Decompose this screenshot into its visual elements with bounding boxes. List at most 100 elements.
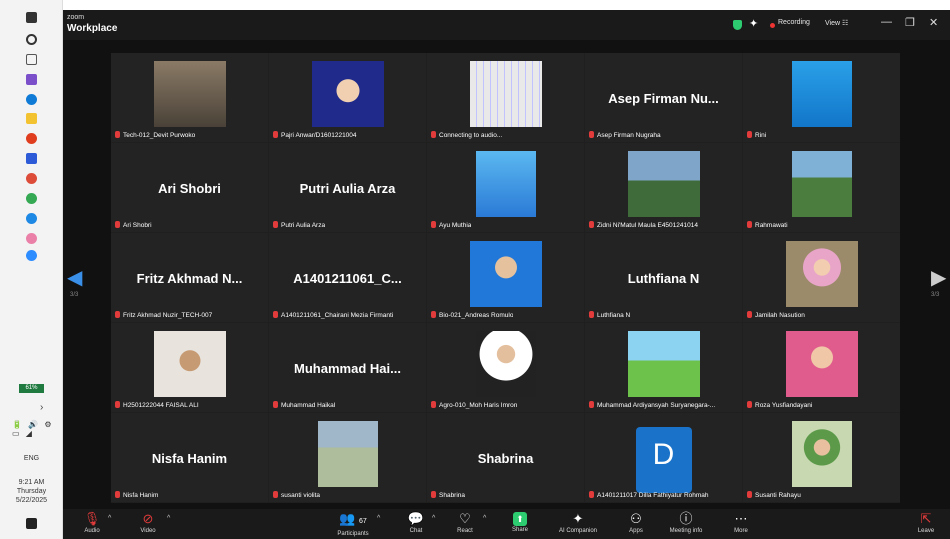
clock[interactable]: 9:21 AM Thursday 5/22/2025	[0, 478, 63, 505]
participant-display-name: Fritz Akhmad N...	[136, 271, 243, 286]
participants-button[interactable]: 👥 67 Participants	[323, 511, 383, 537]
ai-sparkle-icon[interactable]: ✦	[749, 17, 758, 30]
app-icon[interactable]	[26, 213, 37, 224]
participant-tile[interactable]: Shabrina Shabrina	[427, 413, 584, 502]
participant-name: Shabrina	[439, 492, 466, 499]
minimize-icon[interactable]: —	[881, 16, 892, 28]
muted-mic-icon	[273, 131, 278, 138]
participant-tile[interactable]: Tech-012_Devit Purwoko	[111, 53, 268, 142]
participant-video-thumbnail	[475, 151, 536, 217]
react-button[interactable]: ♡ React	[450, 511, 480, 534]
recording-indicator[interactable]: Recording	[778, 19, 810, 26]
participant-name: Zidni Ni'Matul Maula E4501241014	[597, 222, 698, 229]
meeting-info-button[interactable]: ⓘ Meeting info	[661, 511, 711, 534]
react-caret-icon[interactable]: ^	[483, 515, 486, 522]
participant-name: Jamilah Nasution	[755, 312, 805, 319]
participant-tile[interactable]: Muhammad Hai... Muhammad Haikal	[269, 323, 426, 412]
participant-video-thumbnail	[153, 61, 226, 127]
language-indicator[interactable]: ENG	[0, 455, 63, 462]
view-button[interactable]: View ☷	[825, 19, 848, 27]
photos-icon[interactable]	[26, 233, 37, 244]
participant-video-thumbnail	[785, 331, 858, 397]
participant-tile[interactable]: D A1401211017 Dilla Fathiyatur Rohmah	[585, 413, 742, 502]
participant-tile[interactable]: Ayu Muthia	[427, 143, 584, 232]
ai-companion-button[interactable]: ✦ AI Companion	[553, 511, 603, 534]
task-view-icon[interactable]	[26, 54, 37, 65]
participant-name: Connecting to audio...	[439, 132, 503, 139]
apps-button[interactable]: ⚇ Apps	[621, 511, 651, 534]
chrome-icon[interactable]	[26, 173, 37, 184]
participant-tile[interactable]: Pajri Anwar/D1601221004	[269, 53, 426, 142]
participant-name-label: Connecting to audio...	[431, 131, 502, 139]
participant-name-label: A1401211017 Dilla Fathiyatur Rohmah	[589, 491, 709, 499]
participant-name-label: Ayu Muthia	[431, 221, 471, 229]
participant-name-label: A1401211061_Chairani Mezia Firmanti	[273, 311, 393, 319]
edge-icon[interactable]	[26, 94, 37, 105]
participant-tile[interactable]: A1401211061_C... A1401211061_Chairani Mez…	[269, 233, 426, 322]
muted-mic-icon	[115, 401, 120, 408]
muted-mic-icon	[589, 311, 594, 318]
muted-mic-icon	[273, 311, 278, 318]
notification-icon[interactable]	[26, 518, 37, 529]
video-options-caret-icon[interactable]: ^	[167, 515, 170, 522]
participant-tile[interactable]: Putri Aulia Arza Putri Aulia Arza	[269, 143, 426, 232]
search-icon[interactable]	[26, 34, 37, 45]
participants-caret-icon[interactable]: ^	[377, 515, 380, 522]
participant-tile[interactable]: Connecting to audio...	[427, 53, 584, 142]
share-label: Share	[511, 527, 528, 533]
clock-time: 9:21 AM	[18, 479, 45, 486]
participant-tile[interactable]: Roza Yusfiandayani	[743, 323, 900, 412]
office-icon[interactable]	[26, 133, 37, 144]
tray-chevron-icon[interactable]: ›	[40, 402, 43, 413]
participant-tile[interactable]: Bio-021_Andreas Romulo	[427, 233, 584, 322]
video-button[interactable]: ⊘ Video	[133, 511, 163, 534]
participant-tile[interactable]: Fritz Akhmad N... Fritz Akhmad Nuzir_TECH…	[111, 233, 268, 322]
zoom-icon[interactable]	[26, 250, 37, 261]
participant-tile[interactable]: Rahmawati	[743, 143, 900, 232]
share-button[interactable]: ⬆ Share	[505, 511, 535, 533]
previous-page-arrow-icon[interactable]: ◀	[67, 265, 82, 290]
windows-start-icon[interactable]	[26, 12, 37, 23]
video-label: Video	[140, 528, 156, 534]
windows-taskbar: 61% › 🔋 🔊 ⚙ ▭ ◢ ENG 9:21 AM Thursday 5/2…	[0, 0, 63, 539]
participant-tile[interactable]: Zidni Ni'Matul Maula E4501241014	[585, 143, 742, 232]
more-button[interactable]: ⋯ More	[726, 511, 756, 534]
outlook-icon[interactable]	[26, 74, 37, 85]
audio-options-caret-icon[interactable]: ^	[108, 515, 111, 522]
participant-tile[interactable]: Luthfiana N Luthfiana N	[585, 233, 742, 322]
chrome-profile-icon[interactable]	[26, 193, 37, 204]
participant-tile[interactable]: Nisfa Hanim Nisfa Hanim	[111, 413, 268, 502]
participant-tile[interactable]: Susanti Rahayu	[743, 413, 900, 502]
participant-tile[interactable]: Muhammad Ardiyansyah Suryanegara-...	[585, 323, 742, 412]
ai-companion-icon: ✦	[572, 511, 584, 526]
react-heart-icon: ♡	[459, 511, 471, 526]
participant-name-label: Muhammad Haikal	[273, 401, 335, 409]
tray-status-icons[interactable]: 🔋 🔊 ⚙ ▭ ◢	[12, 420, 62, 438]
participant-tile[interactable]: H2501222044 FAISAL ALI	[111, 323, 268, 412]
muted-mic-icon	[431, 311, 436, 318]
leave-button[interactable]: ⇱ Leave	[911, 511, 941, 534]
participant-display-name: A1401211061_C...	[293, 271, 402, 286]
participant-name: Ari Shobri	[123, 222, 152, 229]
audio-button[interactable]: 🎙 Audio	[77, 511, 107, 534]
next-page-arrow-icon[interactable]: ▶	[931, 265, 946, 290]
battery-indicator[interactable]: 61%	[19, 384, 44, 393]
chat-caret-icon[interactable]: ^	[432, 515, 435, 522]
participant-tile[interactable]: Rini	[743, 53, 900, 142]
participant-tile[interactable]: Ari Shobri Ari Shobri	[111, 143, 268, 232]
close-icon[interactable]: ✕	[929, 16, 938, 29]
participant-tile[interactable]: Agro-010_Moh Haris Imron	[427, 323, 584, 412]
chat-button[interactable]: 💬 Chat	[401, 511, 431, 534]
teams-icon[interactable]	[26, 153, 37, 164]
participant-tile[interactable]: susanti violita	[269, 413, 426, 502]
participant-display-name: Asep Firman Nu...	[608, 91, 719, 106]
security-shield-icon[interactable]	[733, 20, 742, 30]
participant-tile[interactable]: Asep Firman Nu... Asep Firman Nugraha	[585, 53, 742, 142]
participants-label: Participants	[337, 531, 369, 537]
file-explorer-icon[interactable]	[26, 113, 37, 124]
muted-mic-icon	[431, 221, 436, 228]
participant-tile[interactable]: Jamilah Nasution	[743, 233, 900, 322]
page-indicator-right: 3/3	[931, 292, 940, 298]
participant-name: susanti violita	[281, 492, 321, 499]
restore-icon[interactable]: ❐	[905, 16, 915, 29]
